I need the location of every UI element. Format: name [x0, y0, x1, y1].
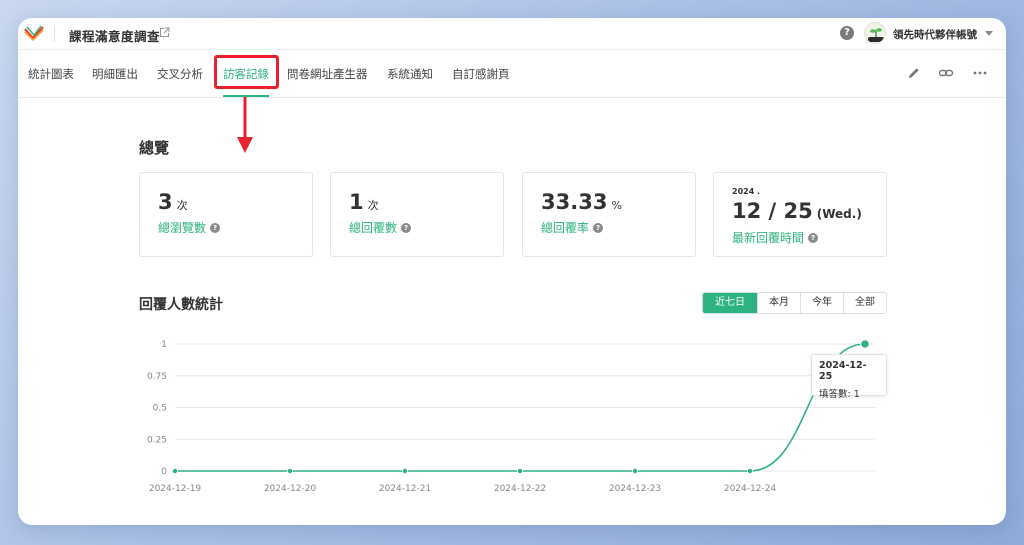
link-icon[interactable]	[938, 65, 954, 81]
help-icon[interactable]: ?	[593, 222, 604, 233]
header-divider	[54, 25, 55, 42]
response-stats-title: 回覆人數統計	[139, 297, 223, 313]
data-point	[286, 467, 293, 474]
sprout-icon	[868, 28, 884, 42]
stat-value: 33.33%	[541, 190, 622, 214]
data-point	[631, 467, 638, 474]
tab-cross-analysis[interactable]: 交叉分析	[157, 66, 203, 82]
tab-bar: 統計圖表 明細匯出 交叉分析 訪客記錄 問卷網址產生器 系統通知 自訂感謝頁	[18, 51, 1006, 98]
chart-tooltip: 2024-12-25 填答數: 1	[811, 354, 887, 400]
range-7-days-button[interactable]: 近七日	[703, 293, 757, 313]
x-tick-label: 2024-12-21	[379, 484, 431, 494]
x-tick-label: 2024-12-19	[149, 484, 202, 494]
data-point	[516, 467, 523, 474]
stat-card-latest-response: 2024 . 12 / 25 (Wed.) 最新回覆時間?	[713, 172, 887, 257]
avatar[interactable]	[864, 22, 886, 44]
tab-url-generator[interactable]: 問卷網址產生器	[287, 66, 368, 82]
x-tick-label: 2024-12-24	[724, 484, 777, 494]
help-icon[interactable]: ?	[840, 26, 854, 40]
latest-year: 2024 .	[732, 187, 761, 196]
chevron-down-icon[interactable]	[985, 31, 993, 36]
x-tick-label: 2024-12-22	[494, 484, 546, 494]
arrow-down-icon	[237, 97, 253, 153]
tab-notifications[interactable]: 系統通知	[387, 66, 433, 82]
data-point	[172, 467, 179, 474]
y-tick-label: 1	[161, 340, 167, 350]
tab-export[interactable]: 明細匯出	[92, 66, 138, 82]
help-icon[interactable]: ?	[210, 222, 221, 233]
pencil-icon[interactable]	[906, 65, 922, 81]
app-window: 課程滿意度調查 ? 領先時代夥伴帳號 統計圖表 明細匯出 交叉分析 訪客記錄 問…	[18, 18, 1006, 525]
tooltip-date: 2024-12-25	[819, 360, 867, 382]
overview-title: 總覽	[139, 139, 170, 157]
x-tick-label: 2024-12-23	[609, 484, 661, 494]
latest-date: 12 / 25 (Wed.)	[732, 199, 862, 223]
y-tick-label: 0	[161, 467, 167, 477]
help-icon[interactable]: ?	[808, 232, 819, 243]
range-selector: 近七日 本月 今年 全部	[702, 292, 887, 314]
y-tick-label: 0.25	[147, 435, 167, 445]
stat-card-responses: 1次 總回覆數?	[330, 172, 504, 257]
data-point	[747, 467, 754, 474]
range-month-button[interactable]: 本月	[757, 293, 800, 313]
stat-label: 總瀏覽數?	[158, 219, 221, 236]
survey-title: 課程滿意度調查	[69, 29, 161, 44]
help-icon[interactable]: ?	[401, 222, 412, 233]
tab-thank-you-page[interactable]: 自訂感謝頁	[452, 66, 510, 82]
more-icon[interactable]	[972, 65, 988, 81]
tooltip-value: 填答數: 1	[819, 389, 860, 400]
top-bar: 課程滿意度調查 ? 領先時代夥伴帳號	[18, 18, 1006, 50]
x-tick-label: 2024-12-20	[264, 484, 317, 494]
range-year-button[interactable]: 今年	[800, 293, 843, 313]
data-point	[401, 467, 408, 474]
stat-label: 最新回覆時間?	[732, 229, 819, 246]
response-line-chart: 0 0.25 0.5 0.75 1 2024-12-19 2024-12-20 2024-12…	[147, 338, 875, 494]
tab-charts[interactable]: 統計圖表	[28, 66, 74, 82]
y-tick-label: 0.75	[147, 372, 167, 382]
range-all-button[interactable]: 全部	[843, 293, 886, 313]
highlight-box	[214, 55, 279, 89]
stat-label: 總回覆數?	[349, 219, 412, 236]
stat-card-response-rate: 33.33% 總回覆率?	[522, 172, 696, 257]
y-tick-label: 0.5	[153, 404, 167, 414]
stat-label: 總回覆率?	[541, 219, 604, 236]
external-link-icon[interactable]	[159, 27, 170, 38]
data-point	[859, 338, 871, 350]
account-name[interactable]: 領先時代夥伴帳號	[893, 27, 977, 42]
stat-value: 3次	[158, 190, 188, 214]
app-logo-icon[interactable]	[24, 25, 44, 41]
stat-value: 1次	[349, 190, 379, 214]
stat-card-views: 3次 總瀏覽數?	[139, 172, 313, 257]
